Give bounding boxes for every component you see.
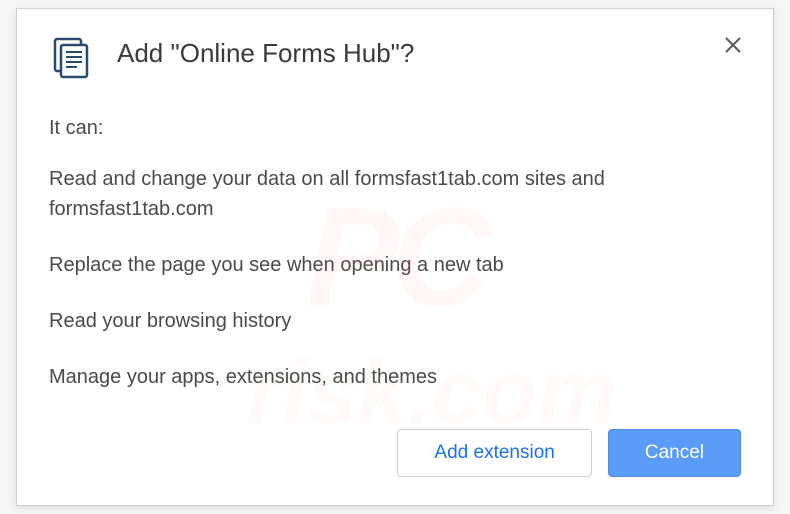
permission-item: Read and change your data on all formsfa…: [49, 164, 741, 224]
permission-item: Manage your apps, extensions, and themes: [49, 362, 741, 392]
permissions-section: It can: Read and change your data on all…: [49, 117, 741, 429]
dialog-buttons: Add extension Cancel: [49, 429, 741, 477]
permission-item: Replace the page you see when opening a …: [49, 250, 741, 280]
it-can-label: It can:: [49, 117, 741, 140]
extension-install-dialog: PC risk.com Add "Online Forms Hub"?: [16, 8, 774, 506]
permission-item: Read your browsing history: [49, 306, 741, 336]
cancel-button[interactable]: Cancel: [608, 429, 741, 477]
add-extension-button[interactable]: Add extension: [397, 429, 591, 477]
dialog-header: Add "Online Forms Hub"?: [49, 37, 741, 81]
dialog-title: Add "Online Forms Hub"?: [117, 37, 741, 71]
close-icon: [724, 36, 742, 54]
extension-icon: [49, 37, 93, 81]
close-button[interactable]: [721, 33, 745, 57]
